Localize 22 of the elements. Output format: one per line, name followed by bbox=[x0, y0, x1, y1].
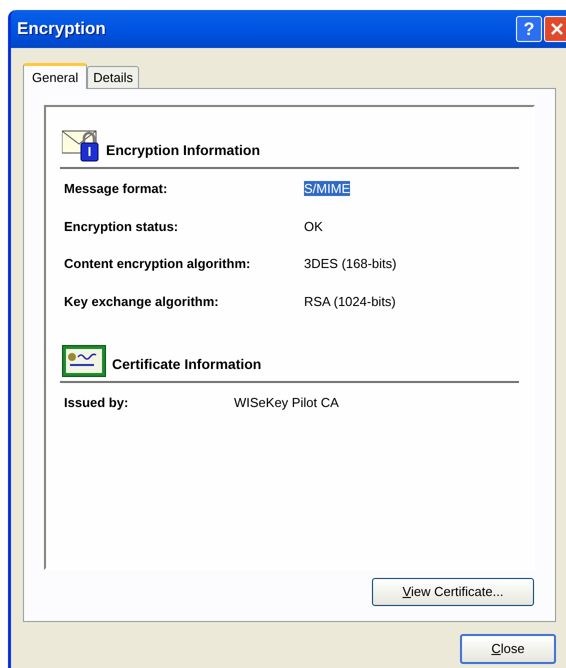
certificate-icon bbox=[62, 345, 106, 377]
help-button[interactable]: ? bbox=[516, 16, 542, 42]
view-certificate-button[interactable]: View Certificate... bbox=[372, 578, 534, 606]
field-label: Message format: bbox=[64, 180, 168, 198]
window-title: Encryption bbox=[17, 18, 107, 40]
section-heading: Encryption Information bbox=[106, 141, 260, 160]
field-label: Key exchange algorithm: bbox=[64, 292, 220, 311]
close-dialog-button[interactable]: Close bbox=[460, 634, 556, 664]
field-value: S/MIME bbox=[304, 181, 350, 196]
section-heading: Certificate Information bbox=[112, 355, 262, 374]
field-value: WISeKey Pilot CA bbox=[234, 395, 339, 410]
field-value: OK bbox=[304, 218, 323, 234]
close-button[interactable] bbox=[544, 16, 566, 42]
field-label: Issued by: bbox=[64, 394, 130, 412]
field-label: Encryption status: bbox=[64, 218, 180, 236]
field-label: Content encryption algorithm: bbox=[64, 255, 252, 273]
close-icon bbox=[550, 22, 564, 36]
tab[interactable]: General bbox=[23, 63, 88, 89]
tab[interactable]: Details bbox=[87, 66, 139, 88]
field-value: 3DES (168-bits) bbox=[304, 256, 396, 271]
field-value: RSA (1024-bits) bbox=[304, 294, 396, 308]
envelope-lock-icon bbox=[62, 129, 100, 163]
